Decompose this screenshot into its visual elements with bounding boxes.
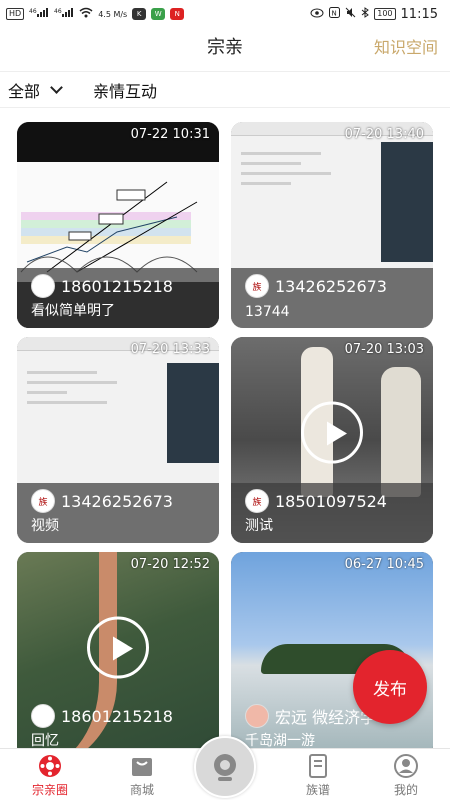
app-screen: HD 46 46 4.5 M/s K W N N 100 11:15 宗亲 知识… (0, 0, 450, 800)
wifi-icon (79, 7, 93, 21)
avatar: 族 (245, 489, 269, 513)
nav-item-profile[interactable]: 我的 (371, 753, 441, 798)
avatar (31, 704, 55, 728)
clock: 11:15 (400, 6, 438, 22)
camera-icon (214, 754, 236, 781)
svg-text:46: 46 (29, 8, 37, 15)
card-author: 18601215218 (31, 704, 173, 728)
knowledge-space-link[interactable]: 知识空间 (374, 28, 438, 72)
news-notification-icon: N (170, 8, 185, 20)
card-caption: 千岛湖一游 (245, 733, 315, 749)
status-left: HD 46 46 4.5 M/s K W N (6, 7, 185, 21)
feed-card[interactable]: 07-20 13:40 族 13426252673 13744 (231, 122, 433, 328)
card-author: 族 13426252673 (245, 274, 387, 298)
author-name: 18601215218 (61, 706, 173, 726)
card-author: 宏远 微经济学 (245, 704, 376, 728)
signal-icon-2: 46 (54, 7, 74, 21)
author-name: 13426252673 (275, 276, 387, 296)
card-timestamp: 07-22 10:31 (130, 127, 210, 142)
card-timestamp: 06-27 10:45 (344, 557, 424, 572)
avatar (31, 274, 55, 298)
bluetooth-icon (361, 7, 370, 21)
card-author: 族 18501097524 (245, 489, 387, 513)
mute-icon (345, 7, 356, 21)
center-camera-button[interactable] (194, 736, 256, 798)
nfc-icon: N (329, 7, 341, 21)
book-icon (305, 753, 331, 779)
card-timestamp: 07-20 13:03 (344, 342, 424, 357)
card-caption: 回忆 (31, 733, 59, 749)
category-dropdown-label: 全部 (8, 81, 41, 101)
chevron-down-icon (50, 80, 63, 94)
author-name: 18501097524 (275, 491, 387, 511)
feed-card[interactable]: 07-20 12:52 18601215218 回忆 (17, 552, 219, 758)
svg-text:46: 46 (54, 8, 62, 15)
feed-card[interactable]: 07-20 13:03 族 18501097524 测试 (231, 337, 433, 543)
feed-card[interactable]: 07-22 10:31 18601215218 看似简单明了 (17, 122, 219, 328)
category-dropdown[interactable]: 全部 (8, 78, 63, 102)
author-name: 18601215218 (61, 276, 173, 296)
card-caption: 看似简单明了 (31, 303, 115, 319)
nav-item-genealogy[interactable]: 族谱 (283, 753, 353, 798)
card-author: 18601215218 (31, 274, 173, 298)
card-author: 族 13426252673 (31, 489, 173, 513)
nav-label: 宗亲圈 (31, 783, 68, 797)
nav-label: 商城 (129, 783, 154, 797)
author-name: 13426252673 (61, 491, 173, 511)
nav-label: 族谱 (305, 783, 330, 797)
card-timestamp: 07-20 12:52 (130, 557, 210, 572)
nav-item-clan-circle[interactable]: 宗亲圈 (15, 753, 85, 798)
feed-card[interactable]: 07-20 13:33 族 13426252673 视频 (17, 337, 219, 543)
publish-button[interactable]: 发布 (353, 650, 427, 724)
avatar: 族 (245, 274, 269, 298)
shopping-bag-icon (129, 753, 155, 779)
top-header: 宗亲 知识空间 (0, 28, 450, 72)
card-caption: 测试 (245, 518, 273, 534)
nav-item-mall[interactable]: 商城 (107, 753, 177, 798)
card-timestamp: 07-20 13:33 (130, 342, 210, 357)
card-caption: 13744 (245, 304, 290, 320)
avatar: 族 (31, 489, 55, 513)
filter-bar: 全部 亲情互动 (0, 72, 450, 108)
eye-icon (310, 8, 324, 21)
tab-family-interaction[interactable]: 亲情互动 (93, 78, 157, 102)
card-timestamp: 07-20 13:40 (344, 127, 424, 142)
wechat-notification-icon: W (151, 8, 166, 20)
app-notification-icon: K (132, 8, 147, 20)
status-bar: HD 46 46 4.5 M/s K W N N 100 11:15 (0, 0, 450, 28)
play-icon[interactable] (87, 616, 149, 679)
avatar (245, 704, 269, 728)
hd-indicator: HD (6, 8, 25, 20)
card-caption: 视频 (31, 518, 59, 534)
nav-label: 我的 (393, 783, 418, 797)
svg-text:N: N (332, 10, 337, 18)
person-icon (393, 753, 419, 779)
signal-icon: 46 (29, 7, 49, 21)
network-speed: 4.5 M/s (98, 9, 128, 19)
play-icon[interactable] (301, 401, 363, 464)
circle-dots-icon (37, 753, 63, 779)
battery-icon: 100 (374, 8, 396, 20)
status-right: N 100 11:15 (310, 7, 438, 22)
